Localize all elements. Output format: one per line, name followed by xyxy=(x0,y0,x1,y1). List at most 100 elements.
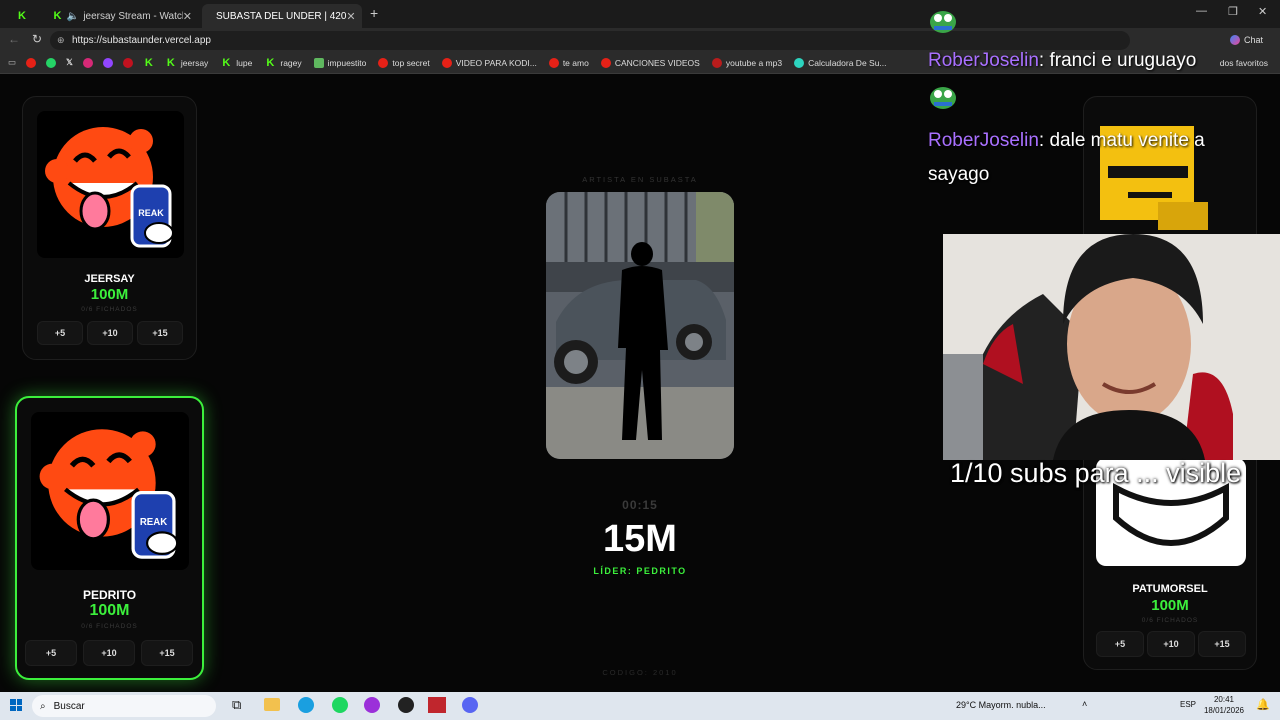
instagram-icon[interactable] xyxy=(82,57,93,68)
discord-icon[interactable] xyxy=(462,697,478,713)
notification-icon[interactable]: 🔔 xyxy=(1256,698,1270,711)
player-name: PATUMORSEL xyxy=(1132,583,1208,595)
bookmark-lupe[interactable]: Klupe xyxy=(220,57,252,69)
player-avatar: REAK xyxy=(31,412,189,570)
address-bar-row: ← ↻ ⊕ https://subastaunder.vercel.app Ch… xyxy=(0,28,1280,52)
back-icon[interactable]: ← xyxy=(8,32,20,46)
bid-plus-10-button[interactable]: +10 xyxy=(1147,631,1195,657)
player-signed-count: 0/6 FICHADOS xyxy=(1141,617,1199,624)
chat-username: RoberJoselin xyxy=(928,50,1039,71)
youtube-icon[interactable] xyxy=(26,57,37,68)
bookmark-youtube-mp3[interactable]: youtube a mp3 xyxy=(711,57,782,68)
bookmark-ragey[interactable]: Kragey xyxy=(264,57,301,69)
player-signed-count: 0/6 FICHADOS xyxy=(81,623,138,630)
search-icon: ⌕ xyxy=(40,700,46,712)
youtube-icon xyxy=(600,57,611,68)
taskbar-search[interactable]: ⌕ Buscar xyxy=(32,695,216,717)
reading-list-icon[interactable]: ▭ xyxy=(8,57,16,68)
bid-plus-5-button[interactable]: +5 xyxy=(25,640,77,666)
twitch-icon[interactable] xyxy=(102,57,113,68)
chat-message: RoberJoselin: franci e uruguayo xyxy=(928,50,1197,71)
bookmark-icon xyxy=(794,57,805,68)
weather-widget[interactable]: 29°C Mayorm. nubla... xyxy=(956,700,1046,710)
streamer-image xyxy=(943,234,1280,460)
x-icon[interactable]: 𝕏 xyxy=(66,57,73,68)
bookmark-icon xyxy=(711,57,722,68)
player-name: JEERSAY xyxy=(84,273,135,285)
window-close-button[interactable]: ✕ xyxy=(1258,5,1267,18)
chevron-up-icon[interactable]: ˄ xyxy=(1082,699,1087,709)
site-info-icon[interactable]: ⊕ xyxy=(57,31,65,50)
bookmark-icon[interactable] xyxy=(122,57,133,68)
bid-plus-15-button[interactable]: +15 xyxy=(1198,631,1246,657)
youtube-icon xyxy=(548,57,559,68)
edge-icon[interactable] xyxy=(298,697,314,713)
language-indicator[interactable]: ESP xyxy=(1180,700,1196,709)
chat-text: franci e uruguayo xyxy=(1049,50,1197,71)
bookmark-top-secret[interactable]: top secret xyxy=(378,57,430,68)
bid-plus-15-button[interactable]: +15 xyxy=(141,640,193,666)
url-field[interactable]: ⊕ https://subastaunder.vercel.app xyxy=(50,31,1130,50)
bid-plus-5-button[interactable]: +5 xyxy=(1096,631,1144,657)
bid-plus-10-button[interactable]: +10 xyxy=(83,640,135,666)
bookmark-jeersay[interactable]: Kjeersay xyxy=(165,57,208,69)
mute-icon: 🔈 xyxy=(66,10,80,22)
start-button[interactable] xyxy=(10,699,22,711)
player-avatar: REAK xyxy=(37,111,184,258)
kick-icon: K xyxy=(166,56,175,69)
kick-icon: K xyxy=(222,56,231,69)
bid-plus-10-button[interactable]: +10 xyxy=(87,321,133,345)
kick-icon[interactable]: K xyxy=(143,57,155,69)
bookmark-te-amo[interactable]: te amo xyxy=(548,57,589,68)
file-explorer-icon[interactable] xyxy=(264,698,280,711)
close-icon[interactable]: ✕ xyxy=(346,10,355,23)
spotify-icon[interactable] xyxy=(332,697,348,713)
copilot-chat-button[interactable]: Chat xyxy=(1230,32,1274,48)
bookmark-favorites[interactable]: dos favoritos xyxy=(1220,58,1268,68)
kick-icon: K xyxy=(18,10,26,22)
artist-photo xyxy=(546,192,734,459)
player-budget: 100M xyxy=(90,286,129,303)
task-view-icon[interactable]: ⧉ xyxy=(232,697,241,713)
bookmark-video-kodi[interactable]: VIDEO PARA KODI... xyxy=(441,57,537,68)
new-tab-button[interactable]: + xyxy=(370,5,378,21)
clock[interactable]: 20:41 18/01/2026 xyxy=(1200,694,1248,716)
search-label: Buscar xyxy=(53,700,85,712)
chat-label: Chat xyxy=(1244,35,1264,45)
obs-icon[interactable] xyxy=(398,697,414,713)
pepe-emote-icon xyxy=(928,8,958,34)
player-card-jeersay: REAK JEERSAY 100M 0/6 FICHADOS +5 +10 +1… xyxy=(22,96,197,360)
bookmark-impuestito[interactable]: impuestito xyxy=(313,57,366,68)
svg-text:REAK: REAK xyxy=(140,517,167,528)
bookmark-canciones[interactable]: CANCIONES VIDEOS xyxy=(600,57,700,68)
chat-username: RoberJoselin xyxy=(928,130,1039,151)
reload-icon[interactable]: ↻ xyxy=(32,32,42,46)
current-leader: LÍDER: PEDRITO xyxy=(593,566,687,576)
minimize-button[interactable]: — xyxy=(1196,5,1207,17)
browser-tab-bar: K K 🔈 jeersay Stream - Watch Live o ✕ SU… xyxy=(0,0,1280,28)
auction-timer: 00:15 xyxy=(622,498,658,512)
bid-plus-15-button[interactable]: +15 xyxy=(137,321,183,345)
tab-subasta[interactable]: SUBASTA DEL UNDER | 420 ✕ xyxy=(202,4,362,28)
player-budget: 100M xyxy=(1151,597,1189,614)
player-signed-count: 0/6 FICHADOS xyxy=(81,306,138,313)
player-card-pedrito: REAK PEDRITO 100M 0/6 FICHADOS +5 +10 +1… xyxy=(15,396,204,680)
bookmark-icon xyxy=(313,57,324,68)
section-label: ARTISTA EN SUBASTA xyxy=(582,175,698,184)
room-code: CODIGO: 2010 xyxy=(602,668,678,677)
whatsapp-icon[interactable] xyxy=(46,57,57,68)
bid-plus-5-button[interactable]: +5 xyxy=(37,321,83,345)
player-name: PEDRITO xyxy=(82,588,137,602)
current-bid: 15M xyxy=(603,518,677,560)
url-text: https://subastaunder.vercel.app xyxy=(72,35,211,46)
artist-silhouette-image xyxy=(546,192,734,459)
app-icon[interactable] xyxy=(428,697,446,713)
tab-jeersay-stream[interactable]: K 🔈 jeersay Stream - Watch Live o ✕ xyxy=(44,4,200,28)
app-icon[interactable] xyxy=(364,697,380,713)
close-icon[interactable]: ✕ xyxy=(183,10,192,23)
maximize-button[interactable]: ❐ xyxy=(1228,5,1238,18)
tab-label: SUBASTA DEL UNDER | 420 xyxy=(216,10,347,22)
bookmark-calculadora[interactable]: Calculadora De Su... xyxy=(794,57,887,68)
copilot-icon xyxy=(1230,35,1240,45)
tab-kick[interactable]: K xyxy=(8,4,42,28)
